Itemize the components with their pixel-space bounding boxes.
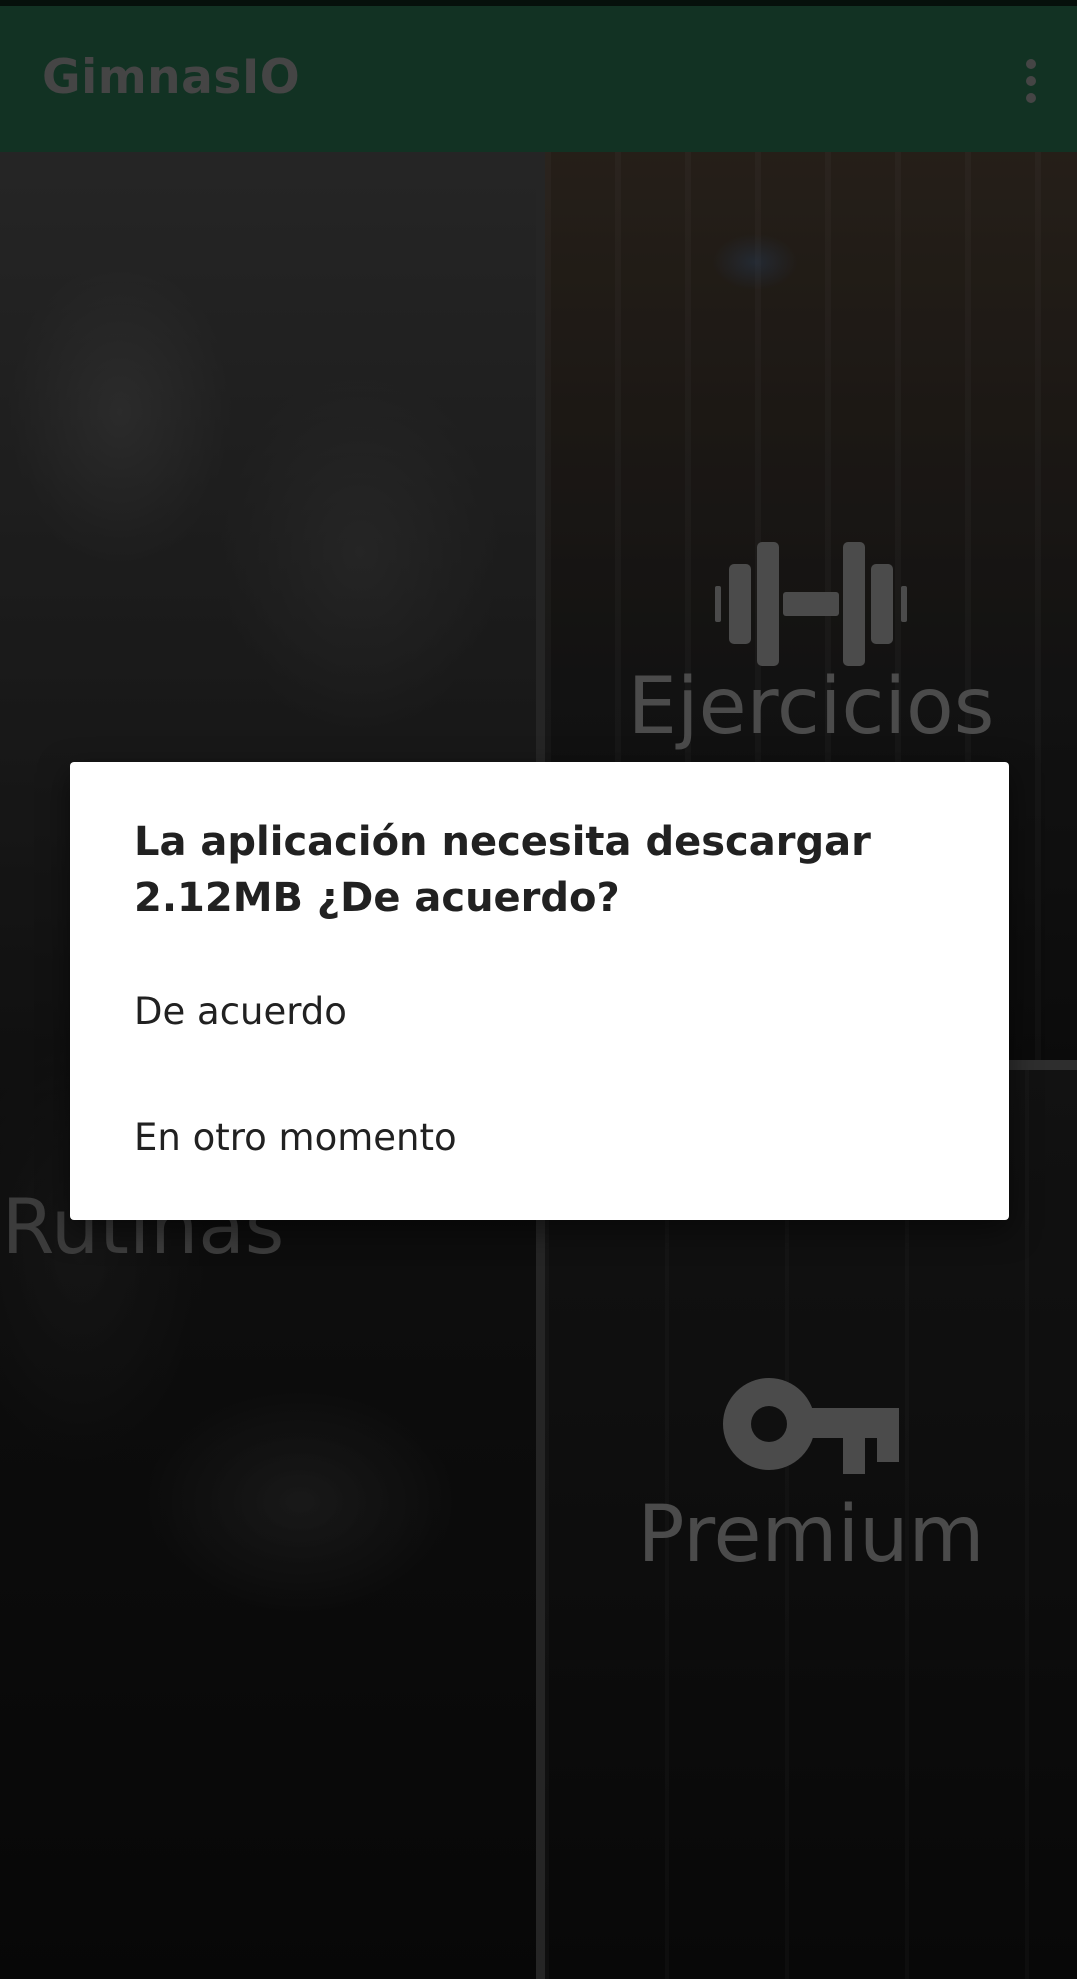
accept-option[interactable]: De acuerdo — [134, 966, 934, 1056]
later-option[interactable]: En otro momento — [134, 1092, 934, 1182]
dialog-title: La aplicación necesita descargar 2.12MB … — [134, 819, 871, 921]
download-confirm-dialog: La aplicación necesita descargar 2.12MB … — [70, 762, 1009, 1220]
